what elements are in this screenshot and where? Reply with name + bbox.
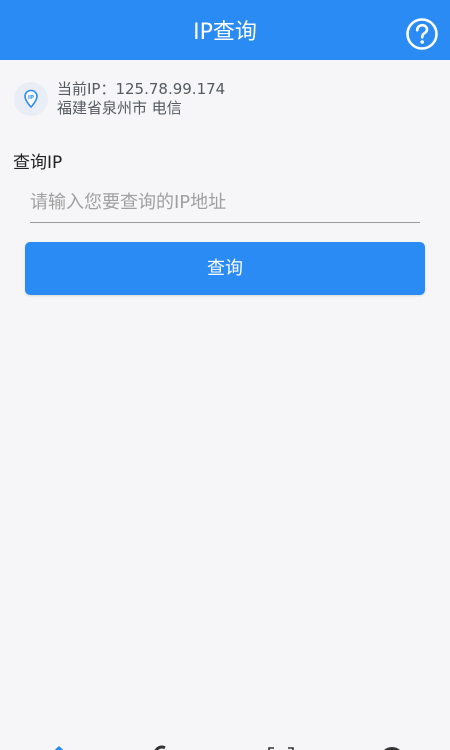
bottom-nav (0, 738, 450, 750)
current-ip-info: IP 当前IP：125.78.99.174 福建省泉州市 电信 (14, 80, 434, 120)
nav-item-user[interactable] (377, 740, 407, 750)
current-ip-text: 当前IP：125.78.99.174 福建省泉州市 电信 (57, 80, 225, 118)
nav-item-speed[interactable] (147, 740, 177, 750)
help-circle-icon (406, 18, 438, 50)
page-title: IP查询 (193, 20, 257, 45)
current-ip-label: 当前IP：125.78.99.174 (57, 80, 226, 98)
user-icon (384, 747, 400, 750)
scan-icon (268, 747, 294, 750)
home-icon (54, 746, 64, 750)
nav-item-home[interactable] (44, 740, 74, 750)
svg-text:IP: IP (28, 95, 34, 101)
help-button[interactable] (405, 17, 439, 51)
current-ip-location: 福建省泉州市 电信 (57, 99, 182, 117)
speed-icon (154, 745, 166, 750)
ip-address-input[interactable] (30, 184, 420, 223)
app-header: IP查询 (0, 0, 450, 60)
query-button[interactable]: 查询 (25, 242, 425, 295)
location-pin-icon: IP (14, 82, 48, 116)
app-screen: IP查询 IP 当前IP：125.78.99.174 福建省泉州市 电信 查询I… (0, 0, 450, 750)
query-section-title: 查询IP (13, 153, 63, 173)
nav-item-scan[interactable] (266, 740, 296, 750)
